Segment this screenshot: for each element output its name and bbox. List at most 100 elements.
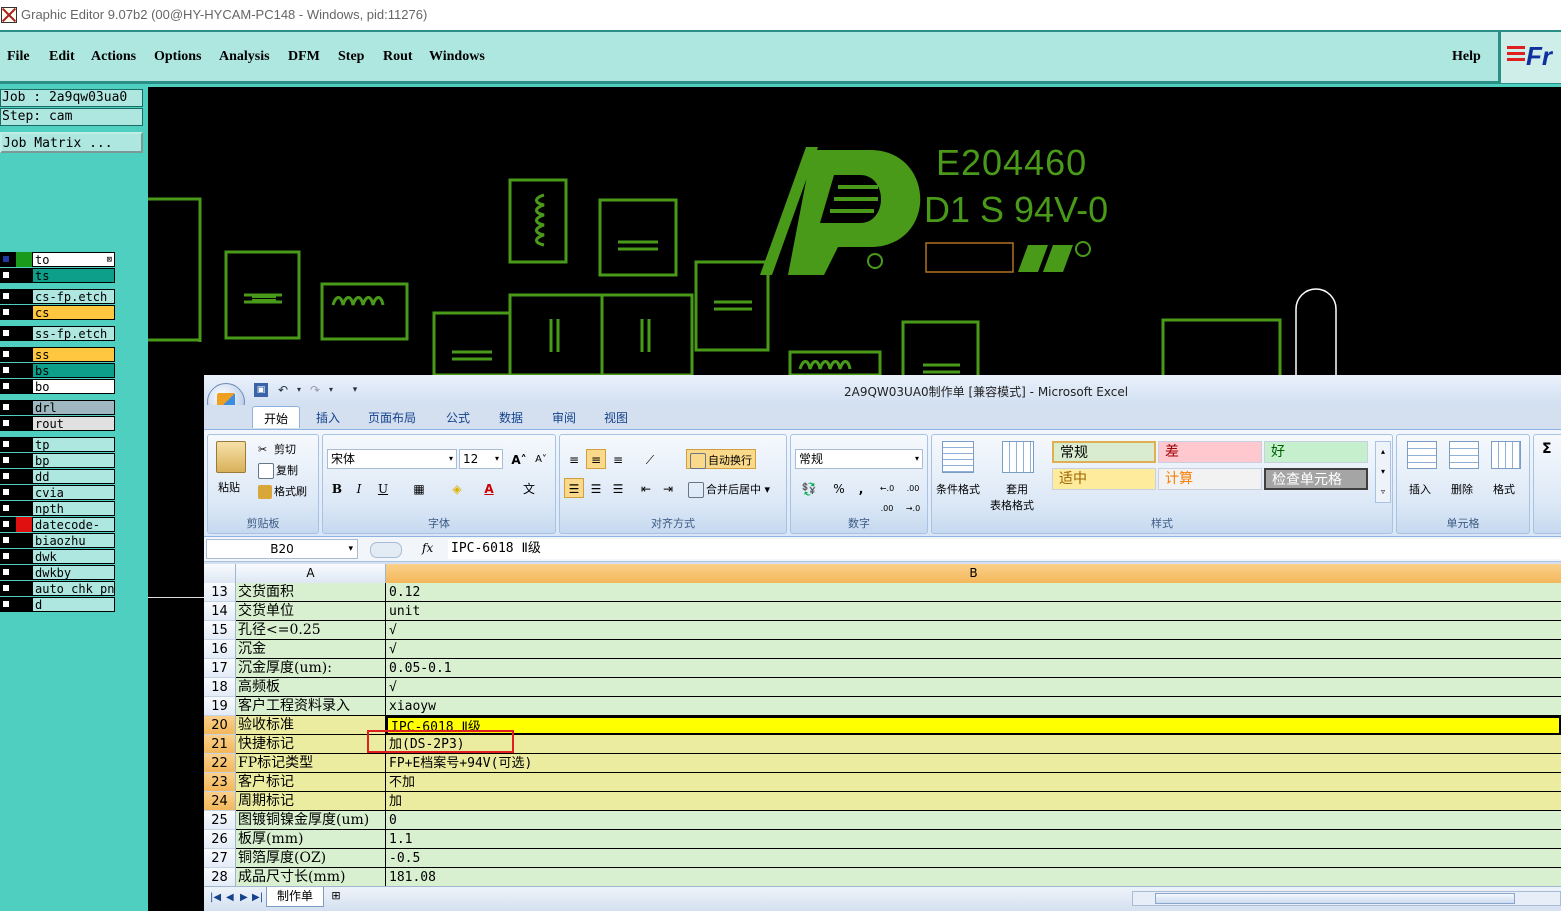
cut-button[interactable]: ✂ 剪切	[258, 441, 296, 457]
layer-display-swatch[interactable]	[16, 517, 32, 532]
first-sheet-icon[interactable]: |◀	[210, 892, 221, 903]
cell-a[interactable]: FP标记类型	[236, 754, 386, 773]
column-header-b[interactable]: B	[386, 564, 1561, 583]
layer-name[interactable]: cvia	[32, 485, 115, 500]
layer-name[interactable]: d	[32, 597, 115, 612]
cell-b[interactable]: 1.1	[386, 830, 1561, 849]
layer-checkbox[interactable]	[2, 329, 10, 337]
cell-a[interactable]: 客户标记	[236, 773, 386, 792]
layer-display-swatch[interactable]	[16, 252, 32, 267]
sheet-tab-active[interactable]: 制作单	[266, 887, 324, 907]
layer-display-swatch[interactable]	[16, 501, 32, 516]
layer-display-swatch[interactable]	[16, 469, 32, 484]
insert-sheet-icon[interactable]: ⊞	[326, 889, 346, 905]
menu-windows[interactable]: Windows	[429, 49, 485, 65]
percent-button[interactable]: %	[829, 478, 849, 498]
scroll-thumb[interactable]	[1155, 893, 1515, 904]
layer-checkbox[interactable]	[2, 271, 10, 279]
layer-checkbox[interactable]	[2, 584, 10, 592]
layer-display-swatch[interactable]	[16, 453, 32, 468]
cell-b[interactable]: FP+E档案号+94V(可选)	[386, 754, 1561, 773]
layer-checkbox[interactable]	[2, 366, 10, 374]
cell-b[interactable]: 0.12	[386, 583, 1561, 602]
autosum-button[interactable]: Σ	[1542, 441, 1552, 457]
font-name-select[interactable]: 宋体 ▾	[327, 449, 457, 469]
layer-name[interactable]: drl	[32, 400, 115, 415]
layer-row[interactable]: bo	[0, 379, 117, 394]
layer-display-swatch[interactable]	[16, 289, 32, 304]
borders-icon[interactable]: ▦	[409, 478, 429, 498]
row-header[interactable]: 23	[204, 773, 236, 792]
cell-b[interactable]: 0	[386, 811, 1561, 830]
cell-a[interactable]: 孔径<=0.25	[236, 621, 386, 640]
comma-button[interactable]: ,	[851, 478, 871, 498]
layer-display-swatch[interactable]	[16, 485, 32, 500]
cell-b[interactable]: 0.05-0.1	[386, 659, 1561, 678]
tab-home[interactable]: 开始	[252, 406, 301, 428]
layer-name[interactable]: bp	[32, 453, 115, 468]
layer-display-swatch[interactable]	[16, 533, 32, 548]
tab-formulas[interactable]: 公式	[446, 409, 470, 426]
layer-checkbox[interactable]	[2, 504, 10, 512]
layer-name[interactable]: datecode-to	[32, 517, 115, 546]
row-header[interactable]: 25	[204, 811, 236, 830]
layer-row[interactable]: cs-fp.etch	[0, 289, 117, 304]
menu-options[interactable]: Options	[154, 49, 201, 65]
cell-a[interactable]: 成品尺寸长(mm)	[236, 868, 386, 887]
menu-help[interactable]: Help	[1452, 49, 1481, 65]
layer-row[interactable]: bs	[0, 363, 117, 378]
cell-b[interactable]: 不加	[386, 773, 1561, 792]
row-header[interactable]: 15	[204, 621, 236, 640]
layer-checkbox[interactable]	[2, 403, 10, 411]
cell-a[interactable]: 板厚(mm)	[236, 830, 386, 849]
layer-checkbox[interactable]	[2, 520, 10, 528]
layer-row[interactable]: dwk	[0, 549, 117, 564]
align-right-icon[interactable]: ☰	[608, 478, 628, 498]
menu-dfm[interactable]: DFM	[288, 49, 320, 65]
format-cells-button[interactable]: 格式	[1493, 481, 1515, 497]
layer-row[interactable]: ts	[0, 268, 117, 283]
insert-cells-icon[interactable]	[1407, 441, 1437, 469]
delete-cells-button[interactable]: 删除	[1451, 481, 1473, 497]
layer-name[interactable]: ts	[32, 268, 115, 283]
layer-name[interactable]: npth	[32, 501, 115, 516]
layer-name[interactable]: cs-fp.etch	[32, 289, 115, 304]
layer-name[interactable]: to ⊠	[32, 252, 115, 267]
cell-a[interactable]: 图镀铜镍金厚度(um)	[236, 811, 386, 830]
number-format-select[interactable]: 常规 ▾	[795, 449, 923, 469]
decrease-decimal-button[interactable]: .00 →.0	[901, 478, 925, 513]
save-icon[interactable]: ▣	[254, 383, 268, 397]
layer-checkbox[interactable]	[2, 255, 10, 263]
layer-row[interactable]: auto_chk_pn	[0, 581, 117, 596]
cell-a[interactable]: 交货面积	[236, 583, 386, 602]
layer-display-swatch[interactable]	[16, 363, 32, 378]
font-size-select[interactable]: 12 ▾	[459, 449, 503, 469]
layer-row[interactable]: rout	[0, 416, 117, 431]
redo-dropdown-icon[interactable]: ▾	[324, 383, 338, 397]
layer-display-swatch[interactable]	[16, 581, 32, 596]
cell-b[interactable]: √	[386, 640, 1561, 659]
layer-row[interactable]: cvia	[0, 485, 117, 500]
layer-checkbox[interactable]	[2, 292, 10, 300]
layer-row[interactable]: ss-fp.etch	[0, 326, 117, 341]
bold-button[interactable]: B	[327, 478, 347, 498]
layer-checkbox[interactable]	[2, 440, 10, 448]
layer-checkbox[interactable]	[2, 456, 10, 464]
tab-view[interactable]: 视图	[604, 409, 628, 426]
phonetic-button[interactable]: 文	[519, 478, 539, 498]
cell-b[interactable]: xiaoyw	[386, 697, 1561, 716]
layer-checkbox[interactable]	[2, 568, 10, 576]
paste-button[interactable]: 粘贴	[218, 479, 240, 495]
format-painter-button[interactable]: 格式刷	[258, 483, 307, 499]
layer-row[interactable]: cs	[0, 305, 117, 320]
align-bottom-icon[interactable]: ≡	[608, 449, 628, 469]
undo-dropdown-icon[interactable]: ▾	[292, 383, 306, 397]
font-color-button[interactable]: A	[479, 478, 499, 498]
job-matrix-button[interactable]: Job Matrix ...	[0, 132, 143, 153]
decrease-indent-icon[interactable]: ⇤	[636, 478, 656, 498]
cell-style-option[interactable]: 计算	[1158, 468, 1262, 490]
tab-page-layout[interactable]: 页面布局	[368, 409, 416, 426]
grow-font-button[interactable]: A˄	[509, 449, 529, 469]
cell-style-option[interactable]: 适中	[1052, 468, 1156, 490]
italic-button[interactable]: I	[349, 478, 369, 498]
